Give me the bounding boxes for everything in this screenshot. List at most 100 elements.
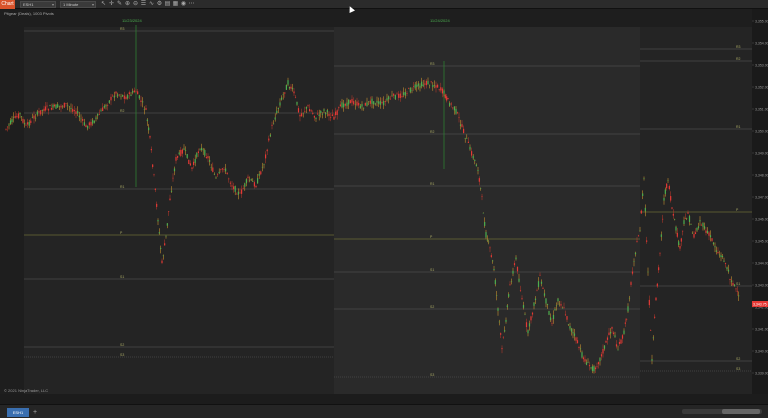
candle-body (446, 96, 448, 101)
candle-body (338, 107, 340, 109)
pivot-label: S2 (120, 343, 124, 347)
candle-body (103, 106, 105, 108)
candle-body (113, 95, 115, 98)
candle-body (269, 134, 271, 137)
zoom-in-icon[interactable]: ⊕ (124, 1, 131, 8)
price-axis-label: 3,339.00 (755, 372, 768, 376)
candle-body (123, 95, 125, 99)
candle-body (335, 111, 337, 116)
candle-body (443, 90, 445, 94)
price-chart[interactable]: R3R2R1PS1S2S3R3R2R1PS1S2S3R3R2R1PS1S2S31… (0, 9, 768, 394)
candle-body (210, 167, 212, 168)
candle-body (239, 192, 241, 194)
horizontal-scrollbar[interactable] (682, 409, 762, 414)
candle-body (602, 348, 604, 354)
candle-body (197, 151, 199, 153)
candle-body (656, 283, 658, 287)
draw-icon[interactable]: ✎ (116, 1, 123, 8)
candle-body (502, 336, 504, 338)
candle-body (92, 119, 94, 124)
candle-body (287, 80, 289, 85)
candle-body (688, 216, 691, 222)
candle-body (608, 332, 610, 336)
candle-body (120, 96, 122, 98)
add-tab-icon[interactable]: + (31, 408, 39, 417)
chart-menu-button[interactable]: Chart (0, 0, 15, 9)
snapshot-icon[interactable]: ◉ (180, 1, 187, 8)
candle-body (733, 284, 736, 287)
candle-body (58, 105, 60, 107)
candle-body (735, 288, 737, 290)
candle-body (643, 178, 645, 179)
candle-body (519, 290, 522, 291)
candle-body (16, 116, 18, 118)
candle-body (534, 298, 537, 301)
candle-body (241, 189, 243, 194)
candle-body (358, 102, 360, 106)
zoom-out-icon[interactable]: ⊖ (132, 1, 139, 8)
data-box-icon[interactable]: ▦ (172, 1, 179, 8)
candle-body (166, 223, 168, 226)
candle-body (714, 246, 716, 248)
candle-body (284, 92, 286, 94)
candle-body (678, 241, 680, 246)
candle-body (67, 105, 69, 106)
indicators-icon[interactable]: ∿ (148, 1, 155, 8)
candle-body (201, 147, 203, 151)
tab-esh1[interactable]: ESH1 (7, 408, 29, 417)
candle-body (594, 367, 597, 370)
candle-body (245, 179, 247, 184)
more-icon[interactable]: ⋯ (188, 1, 195, 8)
candle-body (566, 316, 568, 320)
candle-body (369, 100, 371, 104)
candle-body (156, 203, 158, 207)
chart-panel[interactable]: R3 R2 R1 P S1 S2 S3 R3 R2 R1 P S1 S2 S3 R3 R2 R1 P S1 S2 S3 1… (0, 9, 768, 394)
pivot-label: R2 (120, 109, 125, 113)
candle-body (320, 110, 322, 113)
candle-body (726, 267, 728, 270)
price-axis-label: 3,352.00 (755, 86, 768, 90)
candle-body (209, 160, 211, 162)
candle-body (650, 330, 652, 331)
candle-body (285, 85, 287, 90)
cursor-icon[interactable]: ↖ (100, 1, 107, 8)
candle-body (609, 331, 612, 334)
instrument-selector[interactable]: ESH1 ▾ (20, 1, 56, 8)
candle-body (27, 122, 29, 125)
candle-body (670, 196, 672, 201)
scrollbar-thumb[interactable] (722, 409, 760, 414)
candle-body (524, 313, 526, 315)
candle-body (461, 124, 463, 127)
candle-body (421, 81, 423, 87)
templates-icon[interactable]: ▤ (164, 1, 171, 8)
candle-body (60, 105, 62, 108)
candle-body (620, 339, 622, 344)
candle-body (582, 357, 585, 360)
candle-body (215, 177, 217, 179)
interval-selector[interactable]: 1 Minute ▾ (60, 1, 96, 8)
candle-body (424, 83, 426, 85)
candle-body (226, 172, 228, 175)
candle-body (78, 115, 80, 118)
candle-body (391, 95, 393, 96)
pivot-label: S3 (736, 367, 740, 371)
candle-body (438, 89, 440, 91)
crosshair-icon[interactable]: ✛ (108, 1, 115, 8)
candle-body (40, 110, 42, 115)
properties-icon[interactable]: ☰ (140, 1, 147, 8)
candle-body (437, 84, 439, 88)
candle-body (552, 314, 555, 319)
price-axis-label: 3,353.00 (755, 64, 768, 68)
candle-body (315, 117, 317, 119)
candle-body (152, 164, 154, 167)
candle-body (229, 182, 231, 184)
candle-body (600, 354, 603, 357)
candle-body (626, 318, 628, 320)
candle-body (20, 116, 23, 117)
candle-body (217, 174, 219, 176)
candle-body (149, 136, 151, 138)
candle-body (642, 193, 644, 196)
candle-body (510, 281, 513, 282)
strategy-icon[interactable]: ⚙ (156, 1, 163, 8)
pivot-label: R1 (736, 125, 741, 129)
